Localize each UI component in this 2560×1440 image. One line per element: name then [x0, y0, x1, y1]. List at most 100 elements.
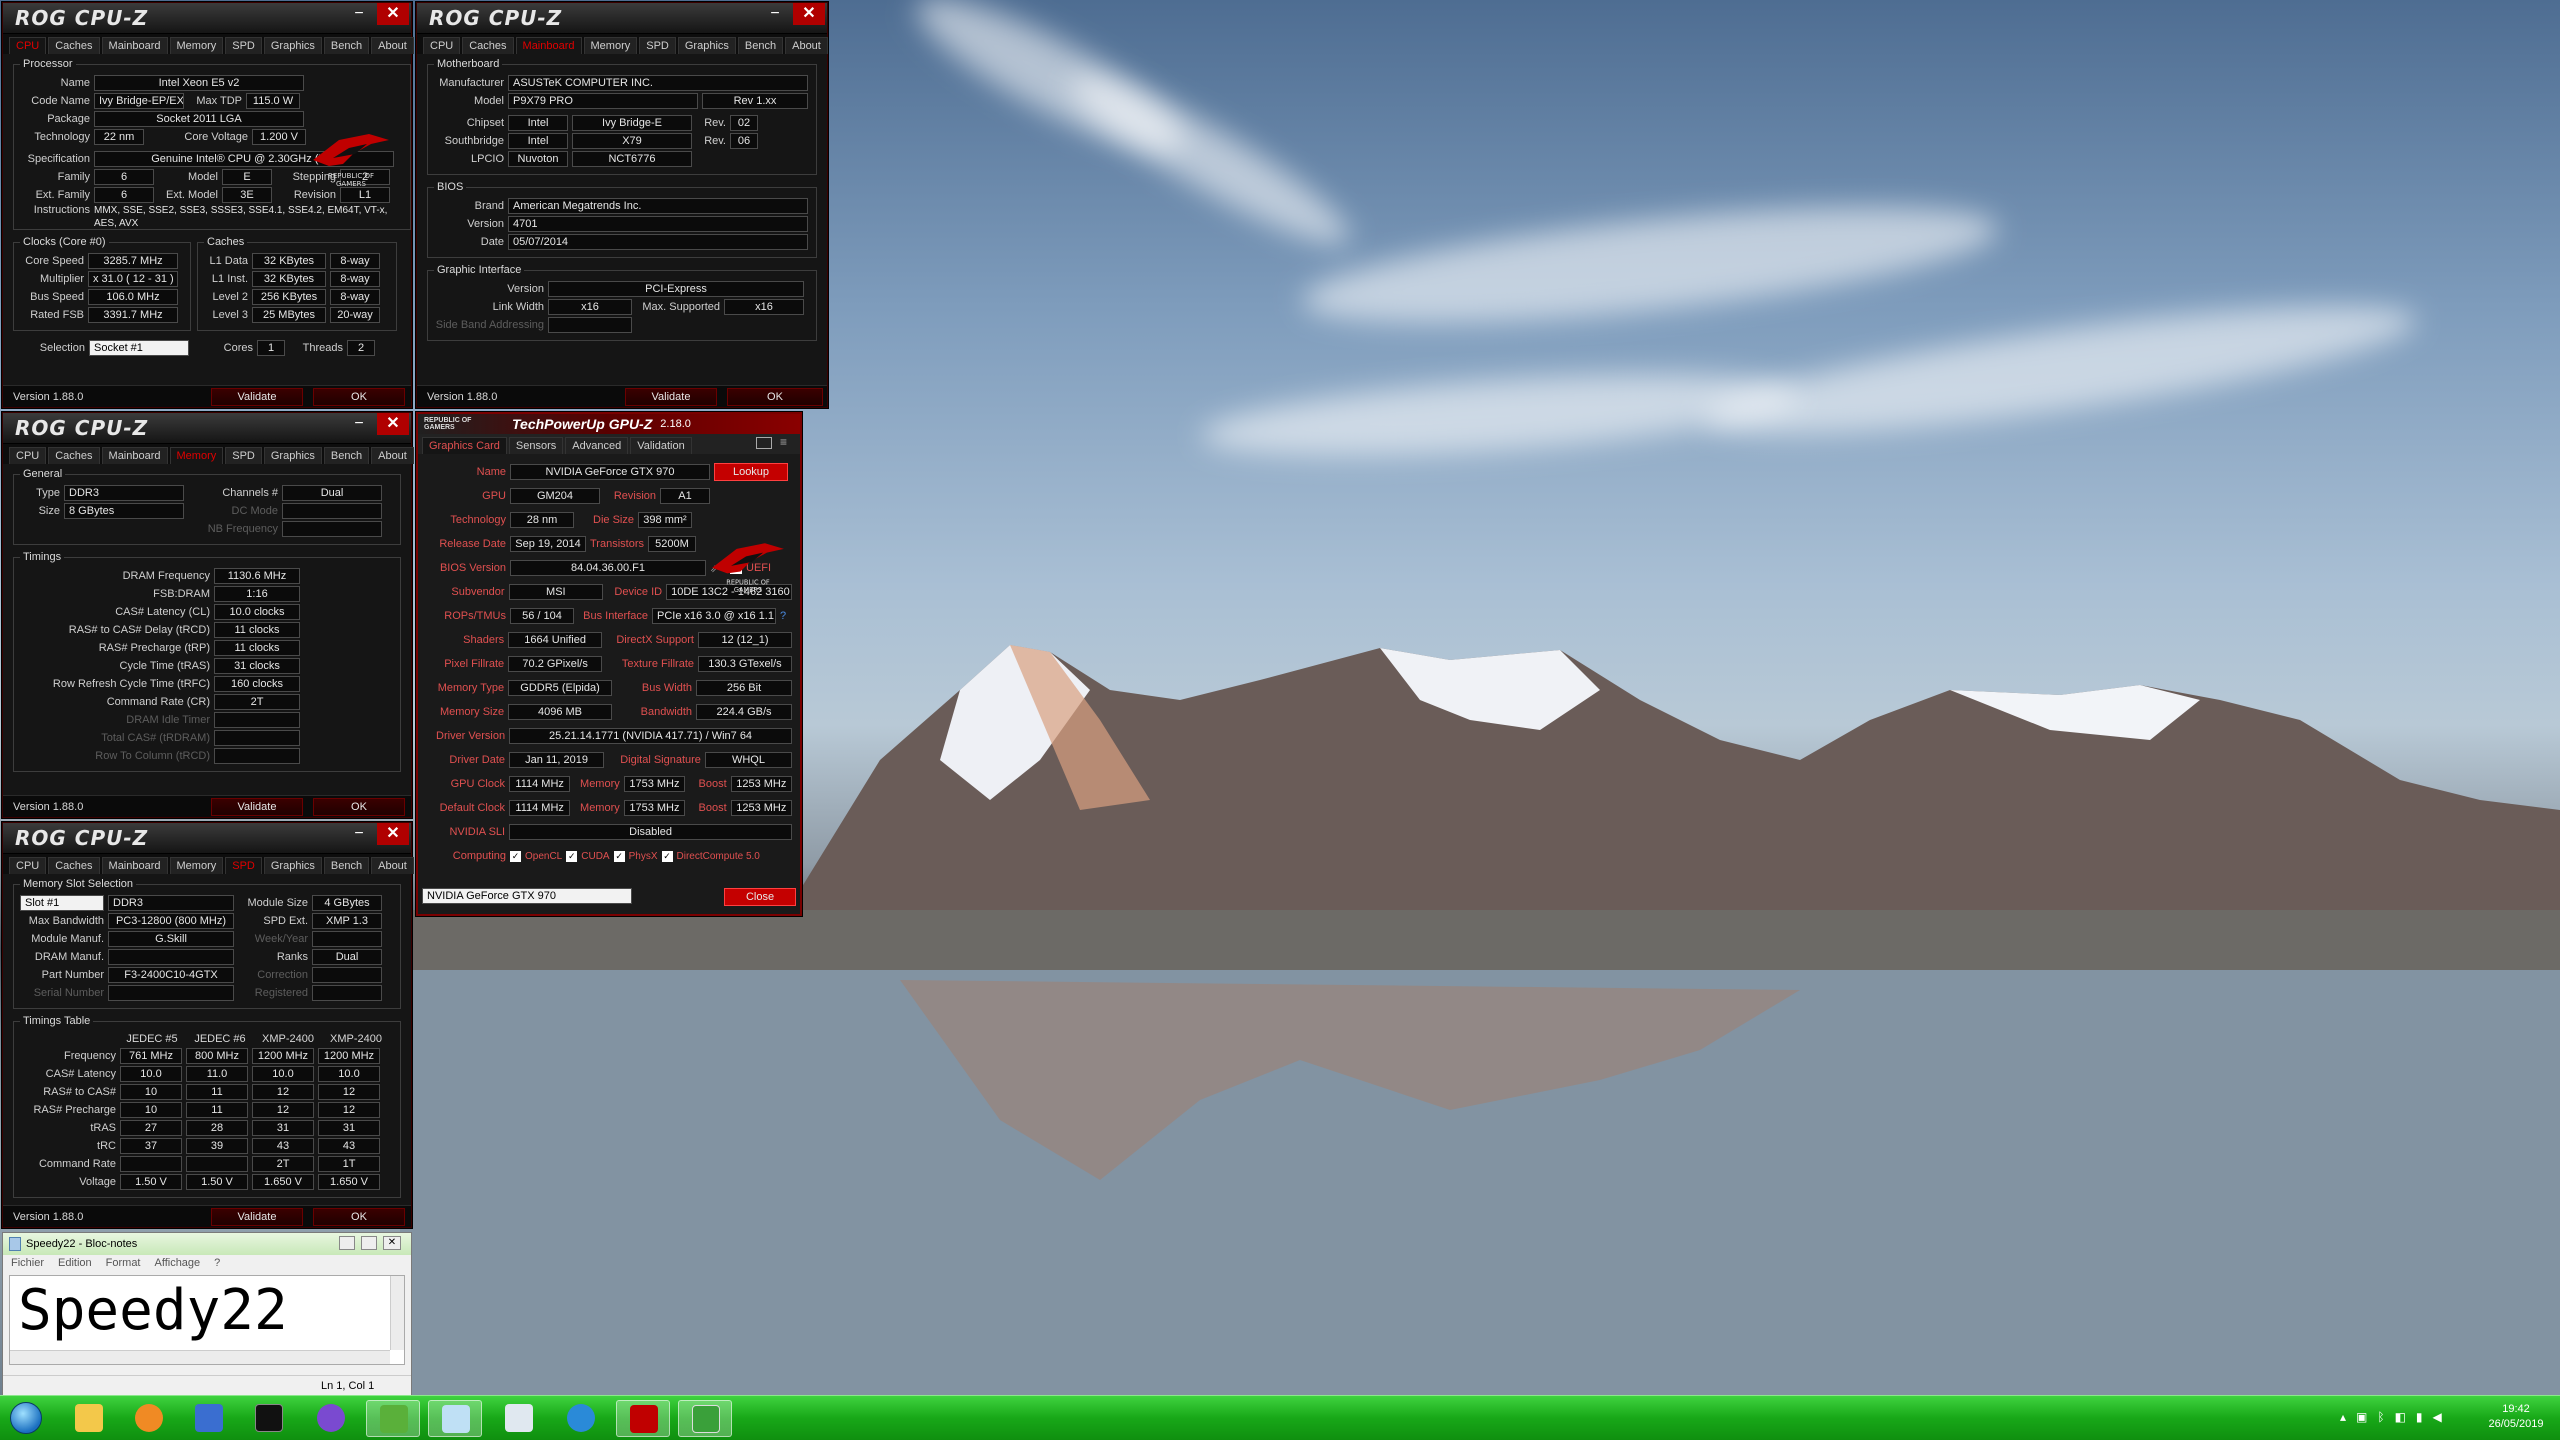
tab-spd[interactable]: SPD: [639, 37, 676, 54]
socket-select[interactable]: Socket #1: [89, 340, 189, 356]
taskbar-notepad[interactable]: [428, 1400, 482, 1437]
menu-file[interactable]: Fichier: [11, 1257, 44, 1271]
taskbar-media-player[interactable]: [122, 1400, 176, 1437]
tab-memory[interactable]: Memory: [169, 857, 224, 874]
title-bar[interactable]: ROG CPU-Z − ✕: [3, 823, 411, 854]
tab-cpu[interactable]: CPU: [9, 447, 47, 464]
network-tray-icon[interactable]: ▮: [2416, 1410, 2423, 1428]
close-icon[interactable]: ✕: [377, 823, 409, 845]
taskbar-internet-explorer[interactable]: [554, 1400, 608, 1437]
taskbar-cpuz[interactable]: [304, 1400, 358, 1437]
tab-memory[interactable]: Memory: [169, 37, 224, 54]
tab-mainboard[interactable]: Mainboard: [515, 37, 582, 54]
title-bar[interactable]: Speedy22 - Bloc-notes ✕: [3, 1233, 411, 1255]
bluetooth-icon[interactable]: ᛒ: [2377, 1410, 2384, 1428]
taskbar-gpuz[interactable]: [366, 1400, 420, 1437]
tab-mainboard[interactable]: Mainboard: [101, 37, 168, 54]
cpuz-memory-window[interactable]: ROG CPU-Z − ✕ CPU Caches Mainboard Memor…: [2, 412, 414, 818]
tab-bench[interactable]: Bench: [323, 447, 370, 464]
menu-help[interactable]: ?: [214, 1257, 220, 1271]
minimize-icon[interactable]: −: [347, 415, 371, 439]
close-icon[interactable]: ✕: [383, 1236, 401, 1250]
lookup-button[interactable]: Lookup: [714, 463, 788, 481]
ok-button[interactable]: OK: [313, 388, 405, 406]
menu-view[interactable]: Affichage: [155, 1257, 201, 1271]
tab-graphics[interactable]: Graphics: [263, 447, 322, 464]
ok-button[interactable]: OK: [727, 388, 823, 406]
tab-bench[interactable]: Bench: [323, 37, 370, 54]
taskbar-calculator[interactable]: [492, 1400, 546, 1437]
tab-sensors[interactable]: Sensors: [508, 437, 564, 454]
gpu-select[interactable]: NVIDIA GeForce GTX 970: [422, 888, 632, 904]
screenshot-icon[interactable]: [756, 437, 772, 449]
text-area[interactable]: Speedy22: [9, 1275, 405, 1365]
tab-cpu[interactable]: CPU: [9, 857, 47, 874]
minimize-icon[interactable]: [339, 1236, 355, 1250]
tab-mainboard[interactable]: Mainboard: [101, 447, 168, 464]
tab-graphics[interactable]: Graphics: [263, 37, 322, 54]
tab-memory[interactable]: Memory: [169, 447, 224, 464]
title-bar[interactable]: ROG CPU-Z − ✕: [3, 3, 411, 34]
tab-spd[interactable]: SPD: [225, 447, 262, 464]
tray-app-icon[interactable]: ▣: [2356, 1410, 2367, 1428]
close-icon[interactable]: ✕: [793, 3, 825, 25]
tab-spd[interactable]: SPD: [225, 857, 262, 874]
tray-expand-icon[interactable]: ▴: [2340, 1410, 2346, 1428]
tray-app-icon[interactable]: ◧: [2395, 1410, 2406, 1428]
vertical-scrollbar[interactable]: [390, 1276, 404, 1350]
taskbar-explorer[interactable]: [62, 1400, 116, 1437]
tab-about[interactable]: About: [371, 447, 414, 464]
validate-button[interactable]: Validate: [211, 798, 303, 816]
volume-icon[interactable]: ◀: [2433, 1410, 2442, 1428]
cpuz-spd-window[interactable]: ROG CPU-Z − ✕ CPU Caches Mainboard Memor…: [2, 822, 414, 1228]
tab-cpu[interactable]: CPU: [423, 37, 461, 54]
minimize-icon[interactable]: −: [763, 5, 787, 29]
taskbar-screen-capture[interactable]: [678, 1400, 732, 1437]
slot-select[interactable]: Slot #1: [20, 895, 104, 911]
validate-button[interactable]: Validate: [211, 388, 303, 406]
cpuz-mainboard-window[interactable]: ROG CPU-Z − ✕ CPU Caches Mainboard Memor…: [416, 2, 828, 408]
tab-cpu[interactable]: CPU: [9, 37, 47, 54]
tab-mainboard[interactable]: Mainboard: [101, 857, 168, 874]
tab-graphics[interactable]: Graphics: [677, 37, 736, 54]
ok-button[interactable]: OK: [313, 1208, 405, 1226]
ok-button[interactable]: OK: [313, 798, 405, 816]
tab-graphics-card[interactable]: Graphics Card: [422, 437, 507, 454]
notepad-window[interactable]: Speedy22 - Bloc-notes ✕ Fichier Edition …: [2, 1232, 412, 1396]
tab-memory[interactable]: Memory: [583, 37, 638, 54]
title-bar[interactable]: ROG CPU-Z − ✕: [3, 413, 411, 444]
validate-button[interactable]: Validate: [211, 1208, 303, 1226]
tab-about[interactable]: About: [785, 37, 828, 54]
close-icon[interactable]: ✕: [377, 413, 409, 435]
taskbar-rog-cpuz[interactable]: [616, 1400, 670, 1437]
tab-caches[interactable]: Caches: [462, 37, 514, 54]
tab-about[interactable]: About: [371, 37, 414, 54]
tab-graphics[interactable]: Graphics: [263, 857, 322, 874]
clock[interactable]: 19:42 26/05/2019: [2478, 1402, 2554, 1432]
tab-validation[interactable]: Validation: [630, 437, 692, 454]
help-icon[interactable]: ?: [780, 610, 786, 622]
close-icon[interactable]: ✕: [377, 3, 409, 25]
tab-bench[interactable]: Bench: [323, 857, 370, 874]
maximize-icon[interactable]: [361, 1236, 377, 1250]
gpuz-window[interactable]: REPUBLIC OF GAMERS TechPowerUp GPU-Z 2.1…: [416, 412, 802, 916]
tab-caches[interactable]: Caches: [48, 37, 100, 54]
start-button[interactable]: [2, 1400, 50, 1437]
title-bar[interactable]: REPUBLIC OF GAMERS TechPowerUp GPU-Z 2.1…: [418, 414, 800, 434]
title-bar[interactable]: ROG CPU-Z − ✕: [417, 3, 827, 34]
tab-about[interactable]: About: [371, 857, 414, 874]
tab-bench[interactable]: Bench: [737, 37, 784, 54]
minimize-icon[interactable]: −: [347, 5, 371, 29]
tab-caches[interactable]: Caches: [48, 447, 100, 464]
tab-advanced[interactable]: Advanced: [565, 437, 629, 454]
menu-edit[interactable]: Edition: [58, 1257, 92, 1271]
menu-icon[interactable]: ≡: [780, 436, 796, 449]
minimize-icon[interactable]: −: [347, 825, 371, 849]
tab-spd[interactable]: SPD: [225, 37, 262, 54]
validate-button[interactable]: Validate: [625, 388, 717, 406]
close-button[interactable]: Close: [724, 888, 796, 906]
cpuz-cpu-window[interactable]: ROG CPU-Z − ✕ CPU Caches Mainboard Memor…: [2, 2, 414, 408]
taskbar-network[interactable]: [182, 1400, 236, 1437]
taskbar-cmd[interactable]: [242, 1400, 296, 1437]
tab-caches[interactable]: Caches: [48, 857, 100, 874]
